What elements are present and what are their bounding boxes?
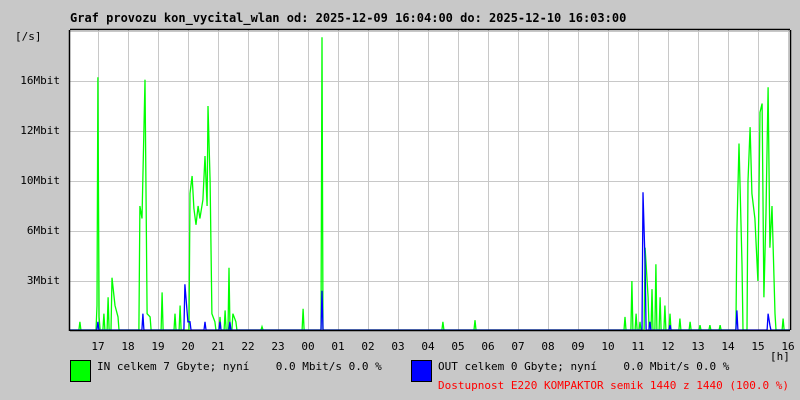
x-tick-label: 17 (91, 340, 105, 353)
x-tick-label: 08 (541, 340, 555, 353)
x-tick-label: 11 (631, 340, 645, 353)
x-tick-label: 22 (241, 340, 255, 353)
y-tick-label: 3Mbit (26, 274, 60, 287)
plot-area (70, 30, 790, 330)
x-tick-label: 15 (751, 340, 765, 353)
availability-text: Dostupnost E220 KOMPAKTOR semik 1440 z 1… (438, 379, 789, 392)
x-tick-label: 13 (691, 340, 705, 353)
x-tick-label: 18 (121, 340, 135, 353)
x-tick-label: 05 (451, 340, 465, 353)
x-tick-label: 04 (421, 340, 435, 353)
x-tick-label: 20 (181, 340, 195, 353)
x-tick-label: 00 (301, 340, 315, 353)
in-legend-text: IN celkem 7 Gbyte; nyní 0.0 Mbit/s 0.0 % (97, 360, 382, 373)
x-tick-label: 21 (211, 340, 225, 353)
out-legend-swatch (411, 360, 432, 382)
x-tick-label: 02 (361, 340, 375, 353)
x-tick-label: 01 (331, 340, 345, 353)
x-tick-label: 19 (151, 340, 165, 353)
y-tick-label: 6Mbit (26, 224, 60, 237)
x-tick-label: 06 (481, 340, 495, 353)
x-tick-label: 14 (721, 340, 735, 353)
x-tick-label: 23 (271, 340, 285, 353)
x-tick-label: 07 (511, 340, 525, 353)
x-tick-label: 03 (391, 340, 405, 353)
x-axis-unit: [h] (770, 350, 790, 363)
y-tick-label: 16Mbit (20, 74, 60, 87)
x-tick-label: 12 (661, 340, 675, 353)
y-tick-label: 12Mbit (20, 124, 60, 137)
in-legend-swatch (70, 360, 91, 382)
out-legend-text: OUT celkem 0 Gbyte; nyní 0.0 Mbit/s 0.0 … (438, 360, 730, 373)
y-tick-label: 10Mbit (20, 174, 60, 187)
x-tick-label: 10 (601, 340, 615, 353)
x-tick-label: 09 (571, 340, 585, 353)
